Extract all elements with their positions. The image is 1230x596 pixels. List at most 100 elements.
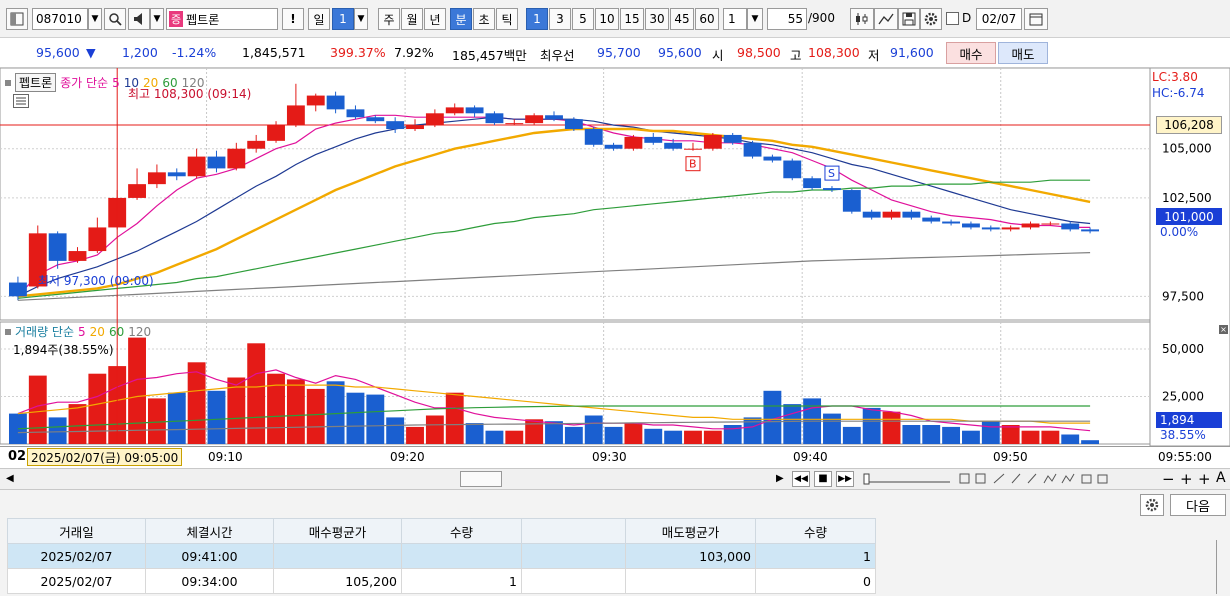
table-row[interactable]: 2025/02/07 09:34:00 105,200 1 0 (7, 568, 876, 594)
volume-bar (286, 379, 305, 444)
history-settings-gear-icon[interactable] (1140, 494, 1164, 516)
time-axis-end: 09:55:00 (1158, 450, 1212, 464)
price-legend-stock[interactable]: 펩트론 (15, 73, 57, 92)
best-quote-label: 최우선 (540, 48, 575, 63)
speaker-icon-glyph (134, 13, 142, 25)
chart-area[interactable]: 97,500 102,500 105,000 25,000 50,000 B S 펩트론 종… (0, 67, 1230, 447)
volume-bar (445, 392, 464, 444)
candle-body (445, 107, 464, 114)
cell-buy-qty: 1 (401, 568, 522, 594)
forward-icon[interactable]: ▶▶ (836, 471, 854, 487)
table-row[interactable]: 2025/02/07 09:41:00 103,000 1 (7, 543, 876, 569)
trade-marker-label: S (828, 167, 835, 180)
period-second-button[interactable]: 초 (473, 8, 495, 30)
drawing-tool-icon[interactable] (874, 8, 898, 30)
col-sell-qty: 수량 (755, 518, 876, 544)
period-month-button[interactable]: 월 (401, 8, 423, 30)
grid-toggle-icon[interactable] (13, 94, 29, 108)
period-tick-button[interactable]: 틱 (496, 8, 518, 30)
multiplier-dropdown-icon[interactable]: ▼ (747, 8, 763, 30)
interval-45-button[interactable]: 45 (670, 8, 694, 30)
cell-blank (521, 543, 626, 569)
volume-bar (902, 425, 921, 444)
volume-bar (366, 394, 385, 444)
scroll-right-arrow-icon[interactable]: ▶ (776, 473, 784, 484)
multiplier-input[interactable]: 1 (723, 8, 747, 30)
stock-name-field[interactable]: 증 펩트론 (166, 8, 278, 30)
interval-15-button[interactable]: 15 (620, 8, 644, 30)
volume-legend: 거래량 단순 5 20 60 120 (5, 323, 151, 340)
candle-body (227, 148, 246, 169)
candle-type-icon[interactable] (850, 8, 874, 30)
candle-body (326, 95, 345, 110)
zoom-reset-icon[interactable]: + (1198, 470, 1211, 488)
candle-body (88, 227, 107, 252)
speaker-icon[interactable] (128, 8, 150, 30)
volume-value: 1,845,571 (242, 45, 306, 60)
interval-30-button[interactable]: 30 (645, 8, 669, 30)
zoom-slider[interactable] (862, 472, 952, 486)
col-buy-qty: 수량 (401, 518, 522, 544)
code-dropdown-icon[interactable]: ▼ (88, 8, 102, 30)
turnover-ratio: 7.92% (394, 45, 434, 60)
volume-bar (306, 388, 325, 444)
current-price: 95,600 (36, 45, 80, 60)
chart-scrollbar[interactable]: ◀ ▶ ◀◀ ■ ▶▶ − + + A (0, 468, 1230, 490)
volume-pct-tag: 38.55% (1160, 428, 1206, 442)
volume-legend-ma60: 60 (108, 324, 125, 339)
candle-body (286, 105, 305, 126)
period-dropdown-icon[interactable]: ▼ (354, 8, 368, 30)
interval-10-button[interactable]: 10 (595, 8, 619, 30)
interval-3-button[interactable]: 3 (549, 8, 571, 30)
volume-bar (604, 426, 623, 444)
low-price: 91,600 (890, 45, 934, 60)
zoom-out-icon[interactable]: − (1162, 470, 1175, 488)
volume-panel-handle-icon[interactable] (5, 328, 11, 335)
stock-code-input[interactable]: 087010 (32, 8, 88, 30)
settings-gear-icon[interactable] (920, 8, 942, 30)
candle-body (267, 125, 285, 141)
volume-legend-label: 거래량 단순 (15, 325, 75, 339)
volume-bar (167, 392, 186, 444)
period-day-count[interactable]: 1 (332, 8, 354, 30)
low-annotation: 최저 97,300 (09:00) (38, 274, 154, 288)
alert-button[interactable]: ! (282, 8, 304, 30)
candle-body (247, 140, 266, 149)
col-exec-time: 체결시간 (145, 518, 274, 544)
scroll-thumb[interactable] (460, 471, 502, 487)
auto-scale-icon[interactable]: A (1216, 470, 1226, 486)
speaker-dropdown-icon[interactable]: ▼ (150, 8, 164, 30)
buy-button[interactable]: 매수 (946, 42, 996, 64)
bar-count-input[interactable]: 55 (767, 8, 807, 30)
close-panel-icon[interactable]: × (1219, 325, 1228, 334)
volume-bar (703, 430, 722, 444)
window-icon[interactable] (6, 8, 28, 30)
volume-bar (981, 421, 1000, 444)
candle-body (882, 211, 901, 218)
zoom-in-icon[interactable]: + (1180, 470, 1193, 488)
volume-bar (922, 425, 941, 444)
rewind-icon[interactable]: ◀◀ (792, 471, 810, 487)
period-week-button[interactable]: 주 (378, 8, 400, 30)
interval-60-button[interactable]: 60 (695, 8, 719, 30)
history-scrollbar[interactable] (1216, 540, 1226, 594)
date-checkbox[interactable] (946, 12, 959, 25)
panel-handle-icon[interactable] (5, 79, 11, 86)
interval-1-button[interactable]: 1 (526, 8, 548, 30)
save-icon[interactable] (898, 8, 920, 30)
calendar-icon[interactable] (1024, 8, 1048, 30)
low-label: 저 (868, 48, 880, 63)
tool-icons-strip[interactable] (958, 472, 1158, 486)
date-input[interactable]: 02/07 (976, 8, 1022, 30)
grid-toggle-glyph (16, 97, 26, 105)
search-icon[interactable] (104, 8, 126, 30)
period-day-button[interactable]: 일 (308, 8, 330, 30)
interval-5-button[interactable]: 5 (572, 8, 594, 30)
sell-button[interactable]: 매도 (998, 42, 1048, 64)
scroll-left-arrow-icon[interactable]: ◀ (6, 473, 14, 484)
next-page-button[interactable]: 다음 (1170, 494, 1226, 516)
stop-icon[interactable]: ■ (814, 471, 832, 487)
period-year-button[interactable]: 년 (424, 8, 446, 30)
chart-canvas[interactable]: 97,500 102,500 105,000 25,000 50,000 B S (0, 67, 1230, 447)
period-minute-button[interactable]: 분 (450, 8, 472, 30)
